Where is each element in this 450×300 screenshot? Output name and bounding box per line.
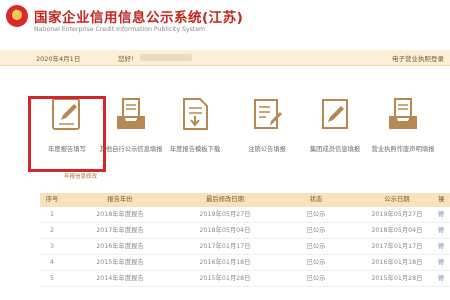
cell-index: 4 <box>49 259 54 266</box>
cell-status: 已公示 <box>306 275 326 282</box>
table-row: 2 2017年年度报告 2018年05月04日 已公示 2018年05月04日 … <box>40 223 450 239</box>
info-bar: 2020年4月1日 您好! 电子营业执照登录 <box>0 50 450 66</box>
edit-link[interactable]: 修 <box>438 223 450 239</box>
annual-report-table: 序号 报告年份 最后修改日期 状态 公示日期 操 1 2018年年度报告 201… <box>40 193 450 287</box>
site-title: 国家企业信用信息公示系统(江苏) <box>34 10 244 26</box>
cell-publish-date: 2015年01月28日 <box>371 275 423 282</box>
column-header: 序号 <box>45 196 59 203</box>
annual-report-edit-link[interactable]: 年报信息修改 <box>64 172 97 180</box>
column-header: 状态 <box>309 196 323 203</box>
edit-link[interactable]: 修 <box>438 207 450 223</box>
edit-link[interactable]: 修 <box>438 271 450 287</box>
cell-index: 1 <box>49 211 54 218</box>
cell-status: 已公示 <box>306 243 326 250</box>
cell-modified-date: 2015年01月28日 <box>199 275 251 282</box>
function-label: 集团成员信息填报 <box>309 146 361 153</box>
function-label: 年度报告模板下载 <box>169 146 221 153</box>
function-template-download[interactable]: 年度报告模板下载 <box>162 96 228 166</box>
function-label: 注销公告填报 <box>248 146 286 153</box>
cell-modified-date: 2016年01月18日 <box>199 259 251 266</box>
inbox-document-icon <box>117 98 145 129</box>
cell-index: 3 <box>49 243 54 250</box>
cell-modified-date: 2018年05月04日 <box>199 227 251 234</box>
table-row: 1 2018年年度报告 2019年05月27日 已公示 2019年05月27日 … <box>40 207 450 223</box>
document-download-icon <box>183 98 208 130</box>
cell-index: 5 <box>49 275 54 282</box>
function-label: 营业执照作废声明填报 <box>371 146 435 153</box>
edit-link[interactable]: 修 <box>438 255 450 271</box>
cell-publish-date: 2019年05月27日 <box>371 211 423 218</box>
cell-report-year: 2016年年度报告 <box>96 243 144 250</box>
cell-publish-date: 2016年01月18日 <box>371 259 423 266</box>
column-header: 报告年份 <box>107 196 133 203</box>
function-license-void-notice[interactable]: 营业执照作废声明填报 <box>370 96 436 166</box>
current-date: 2020年4月1日 <box>36 55 81 63</box>
site-subtitle: National Enterprise Credit Information P… <box>34 26 206 33</box>
cell-report-year: 2018年年度报告 <box>96 211 144 218</box>
edit-link[interactable]: 修 <box>438 239 450 255</box>
cell-report-year: 2014年年度报告 <box>96 275 144 282</box>
cell-status: 已公示 <box>306 211 326 218</box>
cell-status: 已公示 <box>306 227 326 234</box>
column-header: 公示日期 <box>384 196 410 203</box>
highlight-box <box>28 96 106 172</box>
function-cancellation-notice[interactable]: 注销公告填报 <box>234 96 300 166</box>
document-pencil-icon <box>322 99 348 129</box>
table-row: 3 2016年年度报告 2017年01月17日 已公示 2017年01月17日 … <box>40 239 450 255</box>
cell-publish-date: 2018年05月04日 <box>371 227 423 234</box>
cell-index: 2 <box>49 227 54 234</box>
national-emblem-icon <box>6 5 28 27</box>
e-license-login-link[interactable]: 电子营业执照登录 <box>392 53 444 63</box>
cell-modified-date: 2019年05月27日 <box>199 211 251 218</box>
page-header: 国家企业信用信息公示系统(江苏) National Enterprise Cre… <box>0 0 450 46</box>
function-other-disclosure[interactable]: 其他自行公示信息填报 <box>98 96 164 166</box>
cell-status: 已公示 <box>306 259 326 266</box>
cell-report-year: 2015年年度报告 <box>96 259 144 266</box>
function-label: 其他自行公示信息填报 <box>99 146 163 153</box>
cell-modified-date: 2017年01月17日 <box>199 243 251 250</box>
document-pencil-icon <box>254 99 282 129</box>
column-header: 最后修改日期 <box>206 196 244 203</box>
inbox-document-icon <box>389 98 417 129</box>
table-row: 5 2014年年度报告 2015年01月28日 已公示 2015年01月28日 … <box>40 271 450 287</box>
column-header: 操 <box>438 196 445 203</box>
function-group-members[interactable]: 集团成员信息填报 <box>302 96 368 166</box>
table-header: 序号 报告年份 最后修改日期 状态 公示日期 操 <box>40 193 450 207</box>
company-label: 您好! <box>118 55 134 63</box>
table-row: 4 2015年年度报告 2016年01月18日 已公示 2016年01月18日 … <box>40 255 450 271</box>
redacted-company-name <box>140 54 192 61</box>
cell-publish-date: 2017年01月17日 <box>371 243 423 250</box>
cell-report-year: 2017年年度报告 <box>96 227 144 234</box>
